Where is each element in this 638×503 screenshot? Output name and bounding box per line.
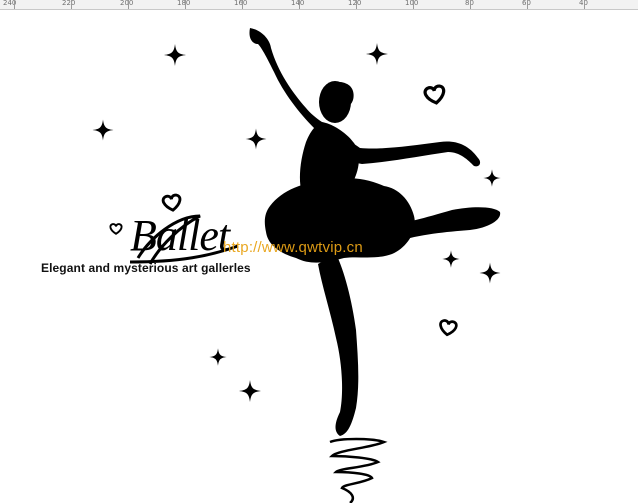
ruler-mark — [128, 0, 129, 9]
sparkle-star-icon — [479, 262, 501, 284]
sparkle-star-icon — [366, 43, 388, 65]
ruler-mark — [470, 0, 471, 9]
watermark-url: http://www.qwtvip.cn — [223, 239, 363, 256]
heart-icon — [109, 223, 123, 235]
ruler-mark — [299, 0, 300, 9]
sparkle-star-icon — [164, 44, 186, 66]
sparkle-star-icon — [442, 250, 460, 268]
heart-icon — [161, 193, 183, 213]
ruler-label: 220 — [62, 0, 76, 7]
ruler-label: 100 — [405, 0, 419, 7]
ruler-label: 140 — [291, 0, 305, 7]
sparkle-star-icon — [239, 380, 261, 402]
ruler-label: 160 — [234, 0, 248, 7]
ruler-mark — [242, 0, 243, 9]
ruler-mark — [356, 0, 357, 9]
sparkle-star-icon — [92, 119, 114, 141]
ruler-label: 120 — [348, 0, 362, 7]
heart-icon — [422, 83, 448, 107]
ruler-mark — [14, 0, 15, 9]
ruler-label: 200 — [120, 0, 134, 7]
ruler-mark — [71, 0, 72, 9]
sparkle-star-icon — [483, 169, 501, 187]
ballet-artwork[interactable] — [0, 10, 638, 503]
heart-icon — [437, 318, 459, 338]
ruler-mark — [584, 0, 585, 9]
swirl-base — [328, 437, 388, 503]
tagline-text: Elegant and mysterious art gallerles — [41, 261, 251, 275]
ballerina-silhouette — [249, 28, 501, 436]
ruler-label: 180 — [177, 0, 191, 7]
ruler-mark — [527, 0, 528, 9]
sparkle-star-icon — [209, 348, 227, 366]
drawing-canvas[interactable]: Ballet Elegant and mysterious art galler… — [0, 10, 638, 503]
ballet-logo-text: Ballet — [130, 211, 230, 260]
top-ruler[interactable]: 240 220 200 180 160 140 120 100 80 60 40 — [0, 0, 638, 10]
sparkle-star-icon — [245, 128, 267, 150]
ruler-mark — [413, 0, 414, 9]
ruler-mark — [185, 0, 186, 9]
